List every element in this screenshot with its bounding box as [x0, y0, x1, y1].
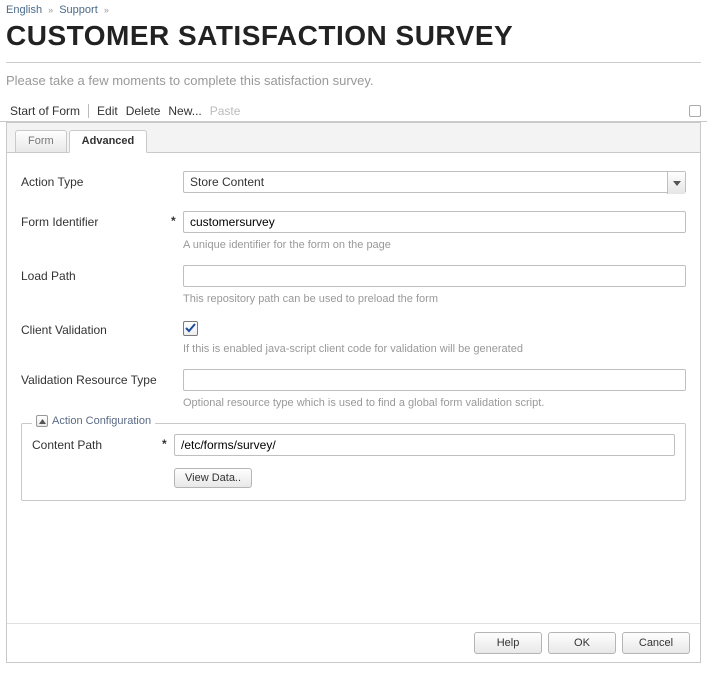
component-toolbar: Start of Form Edit Delete New... Paste [0, 100, 707, 122]
load-path-help: This repository path can be used to prel… [183, 293, 686, 305]
help-button[interactable]: Help [474, 632, 542, 654]
view-data-button[interactable]: View Data.. [174, 468, 252, 488]
divider [6, 62, 701, 63]
toolbar-new[interactable]: New... [164, 104, 205, 118]
tab-strip: Form Advanced [7, 123, 700, 153]
action-type-label: Action Type [21, 171, 171, 189]
toolbar-edit[interactable]: Edit [93, 104, 122, 118]
chevron-down-icon[interactable] [667, 172, 685, 194]
breadcrumb-separator: » [101, 5, 112, 15]
page-title: CUSTOMER SATISFACTION SURVEY [0, 18, 707, 58]
dialog-footer: Help OK Cancel [7, 623, 700, 662]
breadcrumb-separator: » [45, 5, 56, 15]
form-body: Action Type Store Content Form Identifie… [7, 153, 700, 623]
validation-resource-type-help: Optional resource type which is used to … [183, 397, 686, 409]
tab-advanced[interactable]: Advanced [69, 130, 148, 153]
client-validation-label: Client Validation [21, 319, 171, 337]
check-icon [185, 323, 196, 334]
load-path-input[interactable] [183, 265, 686, 287]
required-marker: * [162, 434, 174, 451]
toolbar-tool-icon[interactable] [689, 105, 701, 117]
collapse-up-icon[interactable] [36, 415, 48, 427]
ok-button[interactable]: OK [548, 632, 616, 654]
form-identifier-input[interactable] [183, 211, 686, 233]
required-marker: * [171, 211, 183, 228]
client-validation-checkbox[interactable] [183, 321, 198, 336]
toolbar-start-of-form[interactable]: Start of Form [6, 104, 84, 118]
cancel-button[interactable]: Cancel [622, 632, 690, 654]
toolbar-separator [88, 104, 89, 118]
breadcrumb-item[interactable]: English [6, 4, 42, 16]
toolbar-paste: Paste [206, 104, 245, 118]
content-path-label: Content Path [32, 434, 162, 452]
dialog-panel: Form Advanced Action Type Store Content … [6, 122, 701, 663]
client-validation-help: If this is enabled java-script client co… [183, 343, 686, 355]
toolbar-delete[interactable]: Delete [122, 104, 165, 118]
content-path-input[interactable] [174, 434, 675, 456]
form-identifier-help: A unique identifier for the form on the … [183, 239, 686, 251]
validation-resource-type-label: Validation Resource Type [21, 369, 171, 387]
action-configuration-legend[interactable]: Action Configuration [32, 415, 155, 427]
load-path-label: Load Path [21, 265, 171, 283]
action-configuration-fieldset: Action Configuration Content Path * View… [21, 423, 686, 501]
breadcrumb: English » Support » [0, 0, 707, 18]
validation-resource-type-input[interactable] [183, 369, 686, 391]
page-subtitle: Please take a few moments to complete th… [0, 73, 707, 100]
action-type-value: Store Content [184, 172, 667, 192]
tab-form[interactable]: Form [15, 130, 67, 153]
breadcrumb-item[interactable]: Support [59, 4, 98, 16]
form-identifier-label: Form Identifier [21, 211, 171, 229]
action-type-select[interactable]: Store Content [183, 171, 686, 193]
action-configuration-legend-text: Action Configuration [52, 415, 151, 427]
